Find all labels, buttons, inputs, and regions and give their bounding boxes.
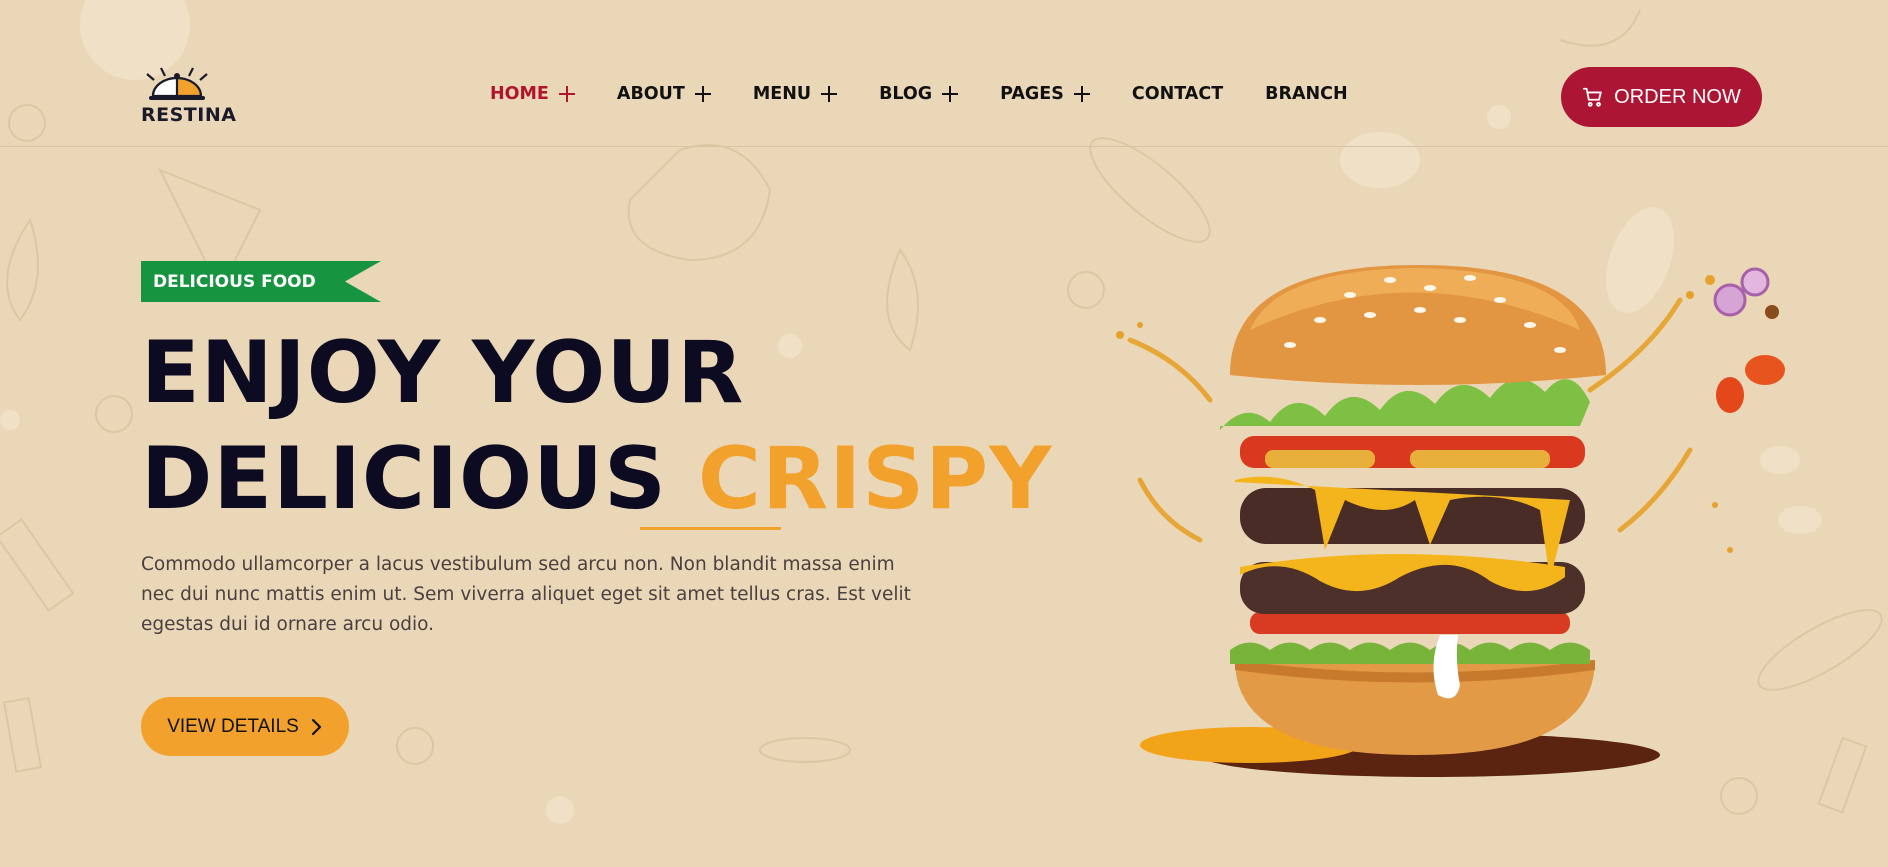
burger-image xyxy=(1116,265,1785,777)
main-nav: HOME ABOUT MENU BLOG PAGES CONTACT BRANC… xyxy=(490,84,1390,104)
nav-item-home[interactable]: HOME xyxy=(490,84,575,104)
nav-label: MENU xyxy=(752,84,812,104)
nav-item-menu[interactable]: MENU xyxy=(752,84,838,104)
plus-icon xyxy=(558,86,575,102)
order-now-button[interactable]: ORDER NOW xyxy=(1561,67,1762,127)
nav-item-about[interactable]: ABOUT xyxy=(617,84,711,104)
plus-icon xyxy=(942,86,959,102)
hero-title-line1: ENJOY YOUR xyxy=(141,323,745,423)
hero-title: ENJOY YOUR DELICIOUS CRISPY xyxy=(141,320,1052,532)
brand-logo[interactable]: RESTINA xyxy=(141,66,241,126)
plus-icon xyxy=(821,86,838,102)
cloche-icon xyxy=(146,67,208,100)
nav-label: BLOG xyxy=(879,84,933,104)
plus-icon xyxy=(1073,86,1090,102)
nav-label: ABOUT xyxy=(616,84,685,104)
plus-icon xyxy=(694,86,711,102)
order-now-label: ORDER NOW xyxy=(1614,85,1741,108)
nav-label: HOME xyxy=(490,84,549,104)
brand-name: RESTINA xyxy=(141,104,237,126)
accent-underline xyxy=(640,527,781,530)
nav-label: PAGES xyxy=(1000,84,1064,104)
view-details-button[interactable]: VIEW DETAILS xyxy=(141,697,349,756)
nav-label: BRANCH xyxy=(1265,84,1348,104)
hero-badge-text: DELICIOUS FOOD xyxy=(153,271,316,292)
hero-title-dark: DELICIOUS xyxy=(141,429,667,529)
hero-badge: DELICIOUS FOOD xyxy=(141,261,381,302)
view-details-label: VIEW DETAILS xyxy=(167,715,299,737)
nav-item-blog[interactable]: BLOG xyxy=(879,84,959,104)
hero-title-accent: CRISPY xyxy=(697,429,1053,529)
cart-icon xyxy=(1583,87,1602,107)
nav-item-branch[interactable]: BRANCH xyxy=(1265,84,1348,104)
nav-item-contact[interactable]: CONTACT xyxy=(1132,84,1223,104)
nav-label: CONTACT xyxy=(1131,84,1224,104)
site-header: RESTINA HOME ABOUT MENU BLOG PAGES CONTA… xyxy=(0,0,1888,147)
chevron-right-icon xyxy=(311,718,321,735)
hero-description: Commodo ullamcorper a lacus vestibulum s… xyxy=(141,554,911,635)
nav-item-pages[interactable]: PAGES xyxy=(1000,84,1090,104)
